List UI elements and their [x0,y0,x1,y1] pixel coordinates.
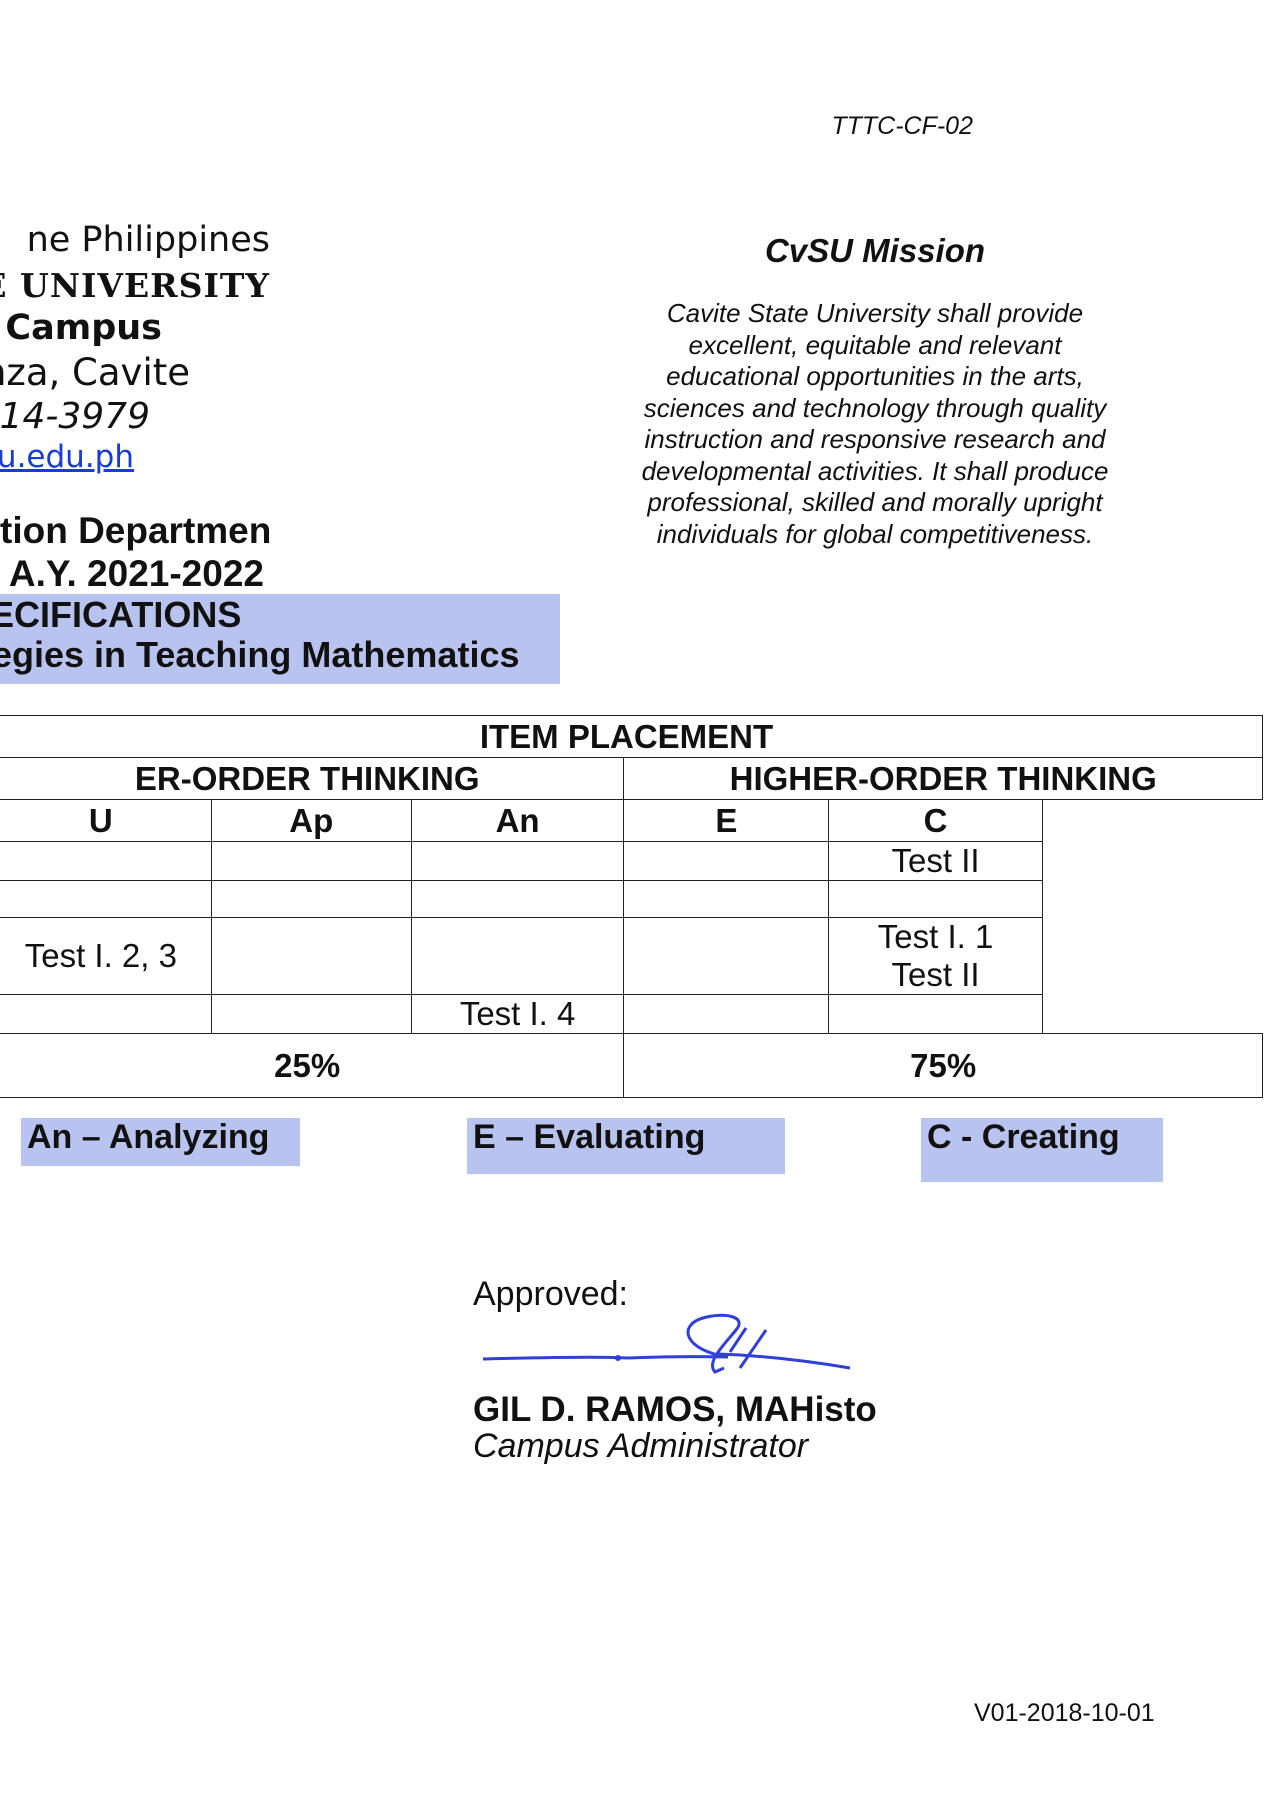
table-cell-multi: Test I. 1 Test II [828,917,1043,995]
legend-evaluating: E – Evaluating [467,1118,785,1174]
course-title: egies in Teaching Mathematics [0,634,520,675]
mission-block: CvSU Mission Cavite State University sha… [620,232,1130,550]
approved-label: Approved: [473,1275,628,1313]
header-country: ne Philippines [26,220,270,260]
table-edge-cell [1042,918,1262,995]
lower-order-header: ER-ORDER THINKING [0,757,625,800]
col-an-header: An [410,799,625,842]
table-row [0,880,1263,918]
table-cell [828,880,1043,918]
table-cell [0,994,212,1034]
table-cell [410,917,625,995]
legend-analyzing-label: An – Analyzing [27,1118,270,1156]
higher-order-header: HIGHER-ORDER THINKING [623,757,1263,800]
table-header: ITEM PLACEMENT [0,715,1263,758]
col-ap-header: Ap [210,799,412,842]
approver-name: GIL D. RAMOS, MAHisto [473,1390,877,1429]
table-cell [410,841,625,881]
mission-body: Cavite State University shall provide ex… [641,298,1109,549]
academic-year: A.Y. 2021-2022 [8,553,264,594]
table-cell [0,841,212,881]
header-website-link[interactable]: u.edu.ph [0,439,134,475]
item-placement-table: ITEM PLACEMENT ER-ORDER THINKING HIGHER-… [0,715,1263,1098]
table-edge-cell [1042,800,1262,842]
table-cell: Test I. 4 [410,994,625,1034]
table-cell [410,880,625,918]
table-cell: Test II [828,841,1043,881]
header-university-name: E UNIVERSITY [0,266,270,305]
table-row-percent: 25% 75% [0,1033,1263,1098]
col-e-header: E [623,799,830,842]
header-phone: 414-3979 [0,396,150,437]
mission-title: CvSU Mission [764,232,986,269]
table-cell [210,917,412,995]
table-row: Test I. 2, 3 Test I. 1 Test II [0,917,1263,995]
table-cell [210,841,412,881]
table-cell: Test I. 2, 3 [0,917,212,995]
form-code: TTTC-CF-02 [831,112,973,140]
table-cell [828,994,1043,1034]
table-cell [210,994,412,1034]
table-row: Test II [0,841,1263,881]
legend-evaluating-label: E – Evaluating [473,1118,706,1156]
table-cell [623,880,830,918]
table-edge-cell [1042,995,1262,1034]
version-code: V01-2018-10-01 [974,1699,1155,1727]
table-cell [0,880,212,918]
higher-order-percent: 75% [623,1033,1263,1098]
table-cell [623,841,830,881]
cell-line: Test II [891,956,980,993]
signature-image [482,1313,851,1374]
col-u-header: U [0,799,212,842]
table-edge-cell [1042,881,1262,918]
table-row: Test I. 4 [0,994,1263,1034]
university-header: ne Philippines E UNIVERSITY Campus nza, … [0,220,285,480]
header-campus: Campus [5,308,162,348]
legend-analyzing: An – Analyzing [21,1118,300,1166]
table-cell [623,917,830,995]
lower-order-percent: 25% [0,1033,625,1098]
spec-title: ECIFICATIONS [0,594,242,635]
table-edge-cell [1042,842,1262,881]
table-cell [623,994,830,1034]
legend-creating: C - Creating [921,1118,1163,1182]
approver-role: Campus Administrator [473,1427,809,1465]
col-c-header: C [828,799,1043,842]
title-highlight: ECIFICATIONS egies in Teaching Mathemati… [0,594,560,684]
table-cell [210,880,412,918]
header-address: nza, Cavite [0,351,190,394]
legend-creating-label: C - Creating [927,1118,1120,1156]
cell-line: Test I. 1 [877,918,994,956]
department-label: tion Department [0,510,270,551]
